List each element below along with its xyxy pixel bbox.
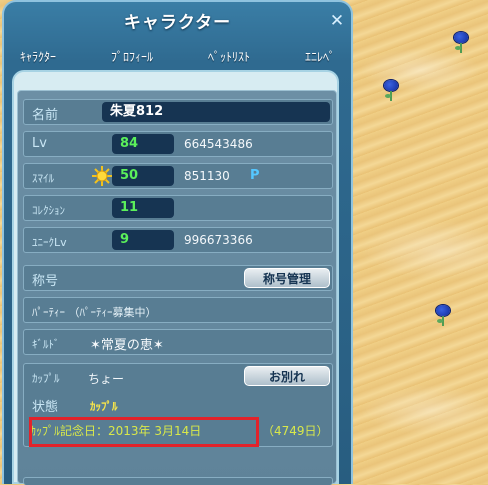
- status-value: ｶｯﾌﾟﾙ: [90, 400, 118, 413]
- tab-enirepe[interactable]: ｴﾆﾚﾍﾟ: [299, 44, 341, 70]
- smile-points: 851130: [184, 169, 230, 183]
- close-icon[interactable]: ✕: [329, 13, 345, 30]
- party-row: ﾊﾟｰﾃｨｰ （ﾊﾟｰﾃｨｰ募集中）: [23, 297, 333, 323]
- smile-row: ｽﾏｲﾙ 50 851130 P: [23, 163, 333, 189]
- lv-exp: 664543486: [184, 137, 253, 151]
- blue-flower: [384, 80, 398, 101]
- name-label: 名前: [32, 108, 59, 123]
- guild-label: ｷﾞﾙﾄﾞ: [32, 338, 60, 351]
- smile-label: ｽﾏｲﾙ: [32, 172, 54, 185]
- tab-character[interactable]: ｷｬﾗｸﾀｰ: [14, 44, 62, 70]
- unique-value: 9: [112, 230, 174, 250]
- lv-value: 84: [112, 134, 174, 154]
- blue-flower: [436, 305, 450, 326]
- collection-label: ｺﾚｸｼｮﾝ: [32, 204, 65, 217]
- couple-partner: ちょー: [88, 372, 125, 386]
- smile-unit: P: [250, 168, 260, 183]
- status-label: 状態: [32, 400, 59, 415]
- couple-label: ｶｯﾌﾟﾙ: [32, 372, 60, 385]
- title-manage-button[interactable]: 称号管理: [244, 268, 330, 288]
- name-row: 名前 朱夏812: [23, 99, 333, 125]
- anniversary-days: （4749日）: [262, 424, 329, 438]
- tab-pet-list[interactable]: ﾍﾟｯﾄﾘｽﾄ: [202, 44, 256, 70]
- collection-value: 11: [112, 198, 174, 218]
- guild-row: ｷﾞﾙﾄﾞ ✶常夏の恵✶: [23, 329, 333, 355]
- collection-row: ｺﾚｸｼｮﾝ 11: [23, 195, 333, 221]
- smile-value: 50: [112, 166, 174, 186]
- lv-label: Lv: [32, 136, 47, 151]
- guild-name: ✶常夏の恵✶: [90, 338, 164, 353]
- blue-flower: [454, 32, 468, 53]
- unique-row: ﾕﾆｰｸLv 9 996673366: [23, 227, 333, 253]
- title-row: 称号 称号管理: [23, 265, 333, 291]
- tab-profile[interactable]: ﾌﾟﾛﾌｨｰﾙ: [105, 44, 159, 70]
- title-label: 称号: [32, 274, 59, 289]
- window-title: キャラクター: [123, 13, 232, 33]
- unique-label: ﾕﾆｰｸLv: [32, 236, 67, 249]
- sun-icon: [92, 166, 112, 186]
- tab-bar: ｷｬﾗｸﾀｰ ﾌﾟﾛﾌｨｰﾙ ﾍﾟｯﾄﾘｽﾄ ｴﾆﾚﾍﾟ: [14, 44, 341, 70]
- unique-exp: 996673366: [184, 233, 253, 247]
- party-text: ﾊﾟｰﾃｨｰ （ﾊﾟｰﾃｨｰ募集中）: [32, 306, 157, 319]
- breakup-button[interactable]: お別れ: [244, 366, 330, 386]
- highlight-box: [29, 417, 259, 447]
- lv-row: Lv 84 664543486: [23, 131, 333, 157]
- name-field: 朱夏812: [102, 102, 330, 122]
